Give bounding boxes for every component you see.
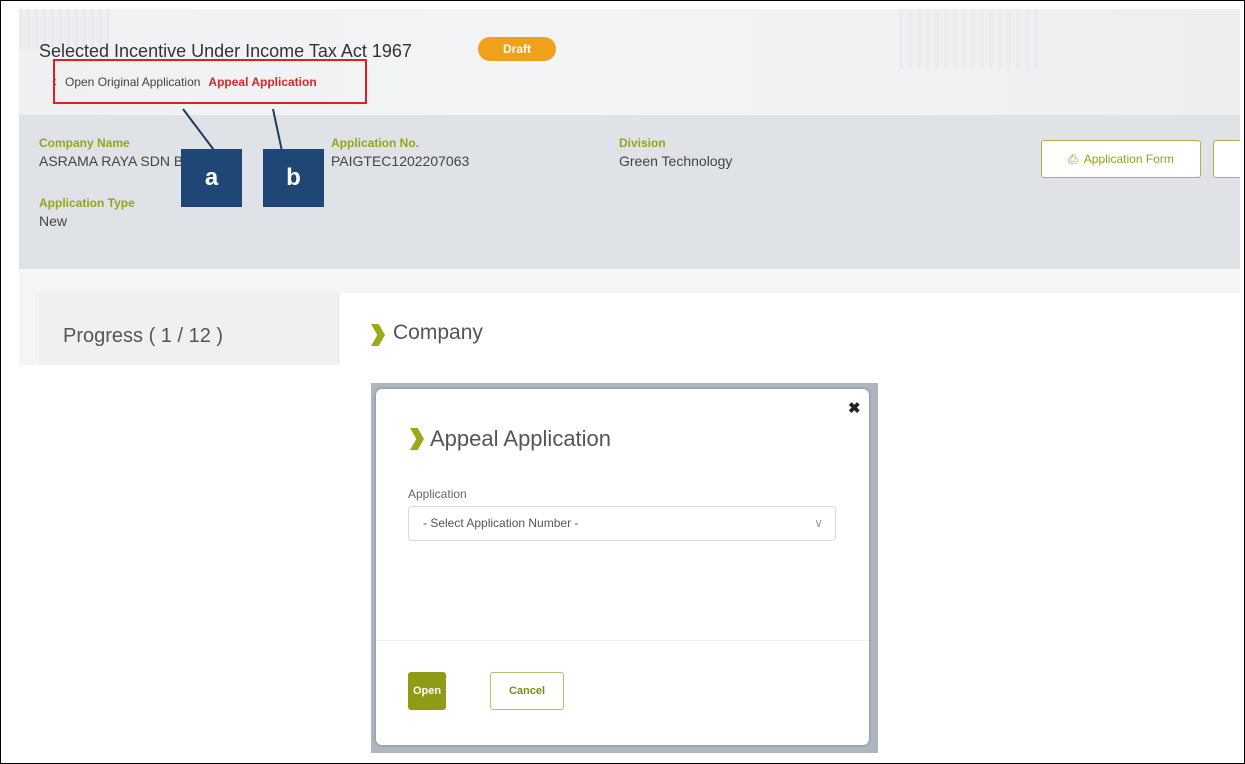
appeal-application-modal: ✖ Appeal Application Application - Selec… — [376, 389, 869, 745]
header-background-decoration — [899, 9, 1039, 69]
application-number-select[interactable]: - Select Application Number - ∨ — [408, 506, 836, 541]
progress-panel: Progress ( 1 / 12 ) — [39, 293, 339, 365]
status-badge: Draft — [478, 37, 556, 61]
application-no-label: Application No. — [331, 136, 419, 150]
chevron-right-icon — [410, 428, 424, 450]
application-body: Progress ( 1 / 12 ) Company — [19, 269, 1240, 365]
division-label: Division — [619, 136, 666, 150]
progress-label: Progress ( 1 / 12 ) — [63, 325, 224, 347]
chevron-right-icon — [371, 324, 385, 346]
application-no-value: PAIGTEC1202207063 — [331, 153, 470, 169]
chevron-down-icon: ∨ — [814, 516, 823, 530]
application-type-label: Application Type — [39, 196, 135, 210]
company-name-value: ASRAMA RAYA SDN B — [39, 153, 184, 169]
application-type-value: New — [39, 213, 68, 229]
modal-title: Appeal Application — [430, 426, 612, 451]
close-icon[interactable]: ✖ — [848, 399, 861, 417]
highlight-box — [53, 59, 367, 104]
annotation-tag-a: a — [181, 149, 242, 207]
section-content: Company — [339, 293, 1240, 365]
secondary-action-button[interactable] — [1213, 140, 1240, 178]
application-field-label: Application — [408, 487, 467, 501]
annotation-tag-b: b — [263, 149, 324, 207]
application-form-button[interactable]: ⎙ Application Form — [1041, 140, 1201, 178]
printer-icon: ⎙ — [1068, 151, 1078, 166]
select-placeholder: - Select Application Number - — [423, 516, 579, 530]
open-button[interactable]: Open — [408, 672, 446, 710]
section-title: Company — [393, 321, 483, 344]
company-name-label: Company Name — [39, 136, 130, 150]
application-form-button-label: Application Form — [1083, 152, 1174, 166]
cancel-button[interactable]: Cancel — [490, 672, 564, 710]
division-value: Green Technology — [619, 153, 733, 169]
modal-footer-divider — [376, 640, 869, 641]
